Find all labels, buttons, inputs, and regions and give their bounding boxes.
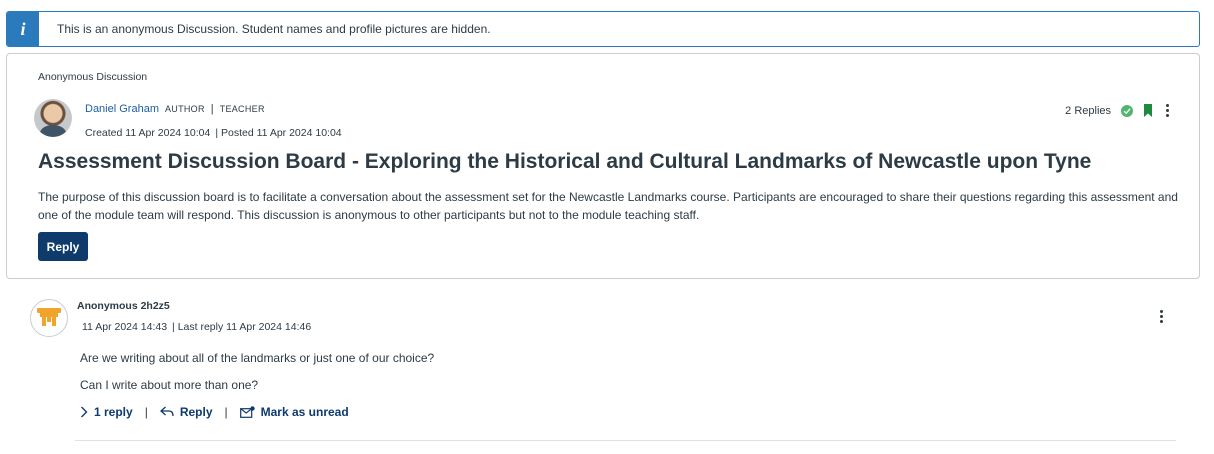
role-author-badge: AUTHOR: [164, 104, 205, 114]
expand-replies-button[interactable]: 1 reply: [80, 405, 133, 419]
entry-message-paragraph: Can I write about more than one?: [80, 378, 259, 392]
entry-message-paragraph: Are we writing about all of the landmark…: [80, 351, 435, 365]
entry-author-name: Anonymous 2h2z5: [77, 300, 170, 312]
banner-message: This is an anonymous Discussion. Student…: [57, 22, 491, 36]
bookmark-icon[interactable]: [1143, 104, 1153, 117]
entry-last-reply: | Last reply 11 Apr 2024 14:46: [172, 321, 312, 333]
entry-actions: 1 reply | Reply | Mark as unread: [80, 405, 349, 419]
posted-timestamp: | Posted 11 Apr 2024 10:04: [215, 127, 342, 139]
entry-date: 11 Apr 2024 14:43: [82, 321, 168, 333]
replies-count: 2 Replies: [1065, 104, 1111, 117]
anonymous-discussion-label: Anonymous Discussion: [38, 71, 148, 83]
reply-arrow-icon: [159, 406, 174, 417]
entry-reply-label: Reply: [179, 405, 213, 419]
created-timestamp: Created 11 Apr 2024 10:04: [85, 127, 211, 139]
action-separator: |: [144, 405, 148, 419]
topic-title: Assessment Discussion Board - Exploring …: [38, 150, 1092, 173]
entry-options-kebab-icon[interactable]: [1157, 310, 1165, 323]
topic-options-kebab-icon[interactable]: [1163, 104, 1171, 117]
mark-as-unread-button[interactable]: Mark as unread: [239, 405, 349, 419]
topic-timestamps: Created 11 Apr 2024 10:04 | Posted 11 Ap…: [85, 127, 342, 139]
role-teacher-badge: TEACHER: [219, 104, 265, 114]
chevron-right-icon: [81, 406, 88, 418]
mark-as-unread-label: Mark as unread: [260, 405, 349, 419]
anonymous-info-banner: i This is an anonymous Discussion. Stude…: [6, 11, 1200, 47]
author-line: Daniel Graham AUTHOR | TEACHER: [85, 103, 265, 115]
discussion-topic-card: Anonymous Discussion Daniel Graham AUTHO…: [6, 53, 1200, 279]
topic-reply-button[interactable]: Reply: [38, 232, 88, 261]
published-check-icon: [1121, 104, 1133, 117]
expand-replies-label: 1 reply: [94, 405, 133, 419]
action-separator: |: [224, 405, 228, 419]
topic-message-body: The purpose of this discussion board is …: [38, 190, 1178, 222]
author-name-link[interactable]: Daniel Graham: [85, 103, 159, 115]
topic-status-area: 2 Replies: [1065, 104, 1171, 117]
anonymous-avatar: [30, 299, 68, 337]
info-icon: i: [7, 12, 39, 46]
mail-unread-icon: [239, 406, 255, 418]
entry-reply-button[interactable]: Reply: [159, 405, 213, 419]
author-avatar[interactable]: [34, 99, 72, 137]
entry-timestamps: 11 Apr 2024 14:43 | Last reply 11 Apr 20…: [82, 321, 311, 333]
entry-divider: [75, 440, 1176, 441]
role-separator: |: [210, 103, 214, 115]
